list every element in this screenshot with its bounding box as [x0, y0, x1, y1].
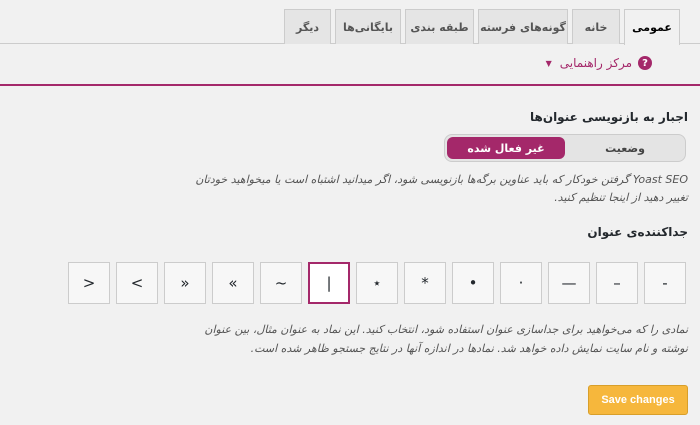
separator-option-raquo[interactable]: »: [164, 262, 206, 304]
separator-option-asterisk[interactable]: *: [404, 262, 446, 304]
caret-down-icon: ▼: [545, 58, 552, 68]
tab-home[interactable]: خانه: [572, 9, 620, 44]
force-rewrite-toggle: غیر فعال شده وضعیت: [444, 134, 686, 162]
tab-post-types[interactable]: گونه‌های فرسته: [478, 9, 568, 44]
help-center-toggle[interactable]: ? مرکز راهنمایی ▼: [546, 56, 652, 70]
separator-description-2: نوشته و نام سایت نمایش داده خواهد شد. نم…: [250, 342, 688, 355]
toggle-option-status[interactable]: وضعیت: [569, 137, 681, 159]
question-icon: ?: [638, 56, 652, 70]
separator-option-em-dash[interactable]: —: [548, 262, 590, 304]
help-center-label: مرکز راهنمایی: [559, 56, 632, 70]
separator-option-star[interactable]: ⋆: [356, 262, 398, 304]
separator-option-middot[interactable]: ·: [500, 262, 542, 304]
separator-option-lt[interactable]: <: [116, 262, 158, 304]
separator-option-tilde[interactable]: ~: [260, 262, 302, 304]
force-rewrite-description-1: Yoast SEO گرفتن خودکار که باید عناوین بر…: [195, 173, 688, 186]
tab-bar: عمومی خانه گونه‌های فرسته طبقه بندی بایگ…: [0, 0, 700, 45]
tab-archives[interactable]: بایگانی‌ها: [335, 9, 401, 44]
separator-heading: جداکننده‌ی عنوان: [587, 225, 688, 239]
force-rewrite-heading: اجبار به بازنویسی عنوان‌ها: [530, 110, 688, 124]
separator-option-dash[interactable]: -: [644, 262, 686, 304]
help-center-bar: ? مرکز راهنمایی ▼: [0, 44, 700, 86]
tab-taxonomies[interactable]: طبقه بندی: [405, 9, 474, 44]
separator-description-1: نمادی را که می‌خواهید برای جداسازی عنوان…: [204, 323, 688, 336]
separator-option-en-dash[interactable]: –: [596, 262, 638, 304]
toggle-option-disabled[interactable]: غیر فعال شده: [447, 137, 565, 159]
tab-general[interactable]: عمومی: [624, 9, 680, 45]
separator-option-gt[interactable]: >: [68, 262, 110, 304]
force-rewrite-description-2: تغییر دهید از اینجا تنظیم کنید.: [554, 191, 688, 204]
save-changes-button[interactable]: Save changes: [588, 385, 688, 415]
separator-option-bullet[interactable]: •: [452, 262, 494, 304]
tab-other[interactable]: دیگر: [284, 9, 331, 44]
separator-option-pipe[interactable]: |: [308, 262, 350, 304]
separator-option-laquo[interactable]: «: [212, 262, 254, 304]
